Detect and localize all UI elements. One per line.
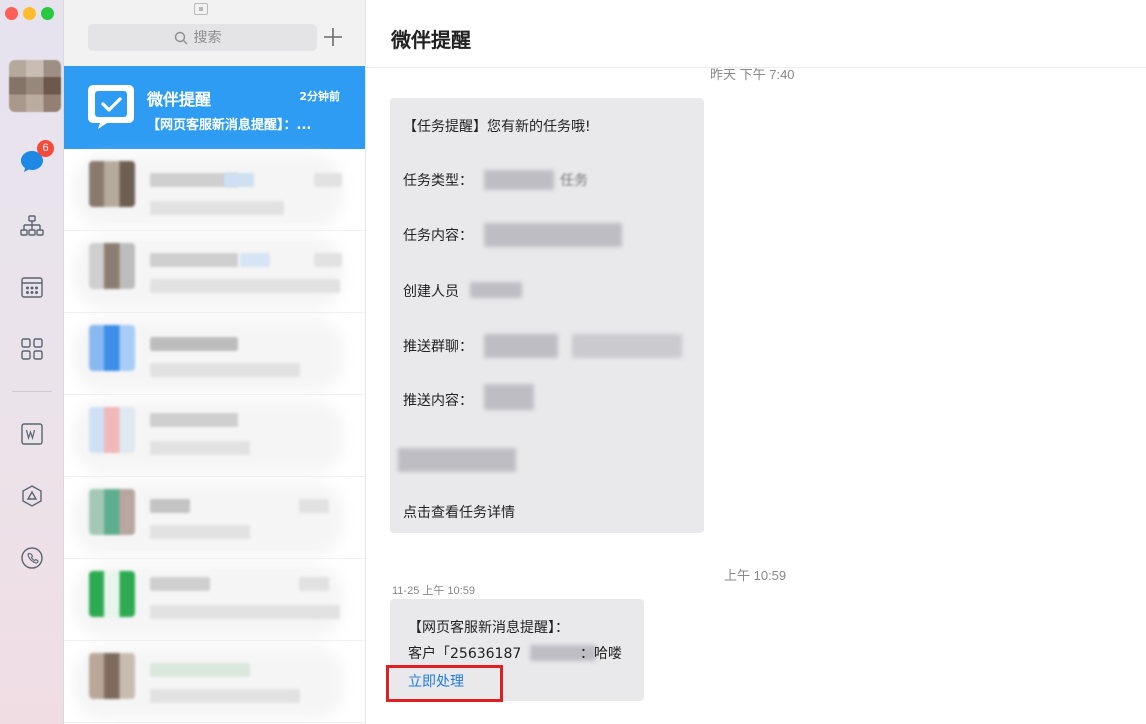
avatar: [89, 325, 135, 371]
redacted-text: [484, 170, 554, 190]
task-type-suffix: 任务: [560, 173, 588, 189]
list-item[interactable]: [64, 641, 365, 723]
user-avatar[interactable]: [9, 60, 61, 112]
push-content-label: 推送内容：: [403, 393, 473, 409]
message-line-1: 【网页客服新消息提醒】：: [408, 620, 569, 636]
search-box[interactable]: [88, 24, 317, 51]
list-item[interactable]: [64, 559, 365, 641]
close-window-button[interactable]: [5, 7, 18, 20]
conversation-time: 2分钟前: [299, 90, 340, 103]
chat-header: 微伴提醒: [366, 0, 1146, 68]
messages-nav[interactable]: 6: [17, 140, 54, 176]
avatar: [89, 571, 135, 617]
calendar-nav[interactable]: [17, 272, 47, 302]
conversation-item-active[interactable]: 微伴提醒 2分钟前 【网页客服新消息提醒】：...: [64, 66, 365, 149]
list-item[interactable]: [64, 395, 365, 477]
message-timestamp: 昨天 下午 7:40: [710, 67, 795, 82]
avatar: [89, 243, 135, 289]
phone-icon: [21, 547, 43, 569]
chat-panel: 微伴提醒 昨天 下午 7:40 【任务提醒】您有新的任务哦! 任务类型： 任务 …: [366, 0, 1146, 724]
minimize-window-button[interactable]: [23, 7, 36, 20]
phone-nav[interactable]: [17, 543, 47, 573]
rail-divider: [12, 391, 52, 392]
redacted-text: [484, 384, 534, 410]
avatar: [89, 653, 135, 699]
conversation-list: 微伴提醒 2分钟前 【网页客服新消息提醒】：...: [64, 0, 366, 724]
sender-timestamp: 11-25 上午 10:59: [392, 585, 475, 597]
contacts-nav[interactable]: [17, 211, 47, 241]
task-detail-link[interactable]: 点击查看任务详情: [403, 502, 515, 522]
task-content-label: 任务内容：: [403, 228, 473, 244]
window-controls: [5, 7, 54, 20]
avatar: [89, 161, 135, 207]
list-item[interactable]: [64, 313, 365, 395]
drive-icon: [22, 485, 42, 507]
mini-window-icon[interactable]: [194, 3, 208, 15]
avatar: [89, 407, 135, 453]
chat-title: 微伴提醒: [391, 28, 471, 52]
redacted-text: [484, 223, 622, 247]
apps-grid-icon: [21, 338, 43, 360]
list-item[interactable]: [64, 149, 365, 231]
redacted-text: [484, 334, 558, 358]
left-rail: 6: [0, 0, 64, 724]
message-line-2-prefix: 客户「25636187: [408, 646, 522, 662]
redacted-text: [398, 448, 516, 472]
workbench-nav[interactable]: [17, 334, 47, 364]
list-item[interactable]: [64, 231, 365, 313]
zoom-window-button[interactable]: [41, 7, 54, 20]
search-input[interactable]: [193, 29, 232, 46]
search-icon: [174, 31, 187, 44]
w-doc-icon: [21, 423, 43, 445]
weiban-reminder-icon: [88, 85, 134, 129]
plus-icon: [324, 28, 342, 46]
redacted-text: [572, 334, 682, 358]
task-type-label: 任务类型：: [403, 173, 473, 189]
card-header: 【任务提醒】您有新的任务哦!: [403, 119, 591, 135]
list-header: [64, 0, 365, 66]
creator-label: 创建人员: [403, 284, 459, 300]
drive-nav[interactable]: [17, 481, 47, 511]
calendar-icon: [21, 277, 43, 298]
list-item[interactable]: [64, 477, 365, 559]
redacted-text: [470, 282, 522, 298]
message-timestamp: 上午 10:59: [724, 568, 787, 583]
message-line-2-suffix: ：哈喽: [580, 646, 622, 662]
docs-nav[interactable]: [17, 419, 47, 449]
unread-badge: 6: [37, 140, 54, 157]
task-reminder-card: 【任务提醒】您有新的任务哦! 任务类型： 任务 任务内容： 创建人员 推送群聊：…: [390, 98, 704, 533]
conversation-name: 微伴提醒: [147, 90, 212, 109]
avatar: [89, 489, 135, 535]
highlight-box: [386, 665, 503, 702]
org-chart-icon: [20, 215, 44, 236]
push-group-label: 推送群聊：: [403, 339, 473, 355]
add-button[interactable]: [322, 26, 346, 50]
conversation-preview: 【网页客服新消息提醒】：...: [147, 118, 312, 133]
